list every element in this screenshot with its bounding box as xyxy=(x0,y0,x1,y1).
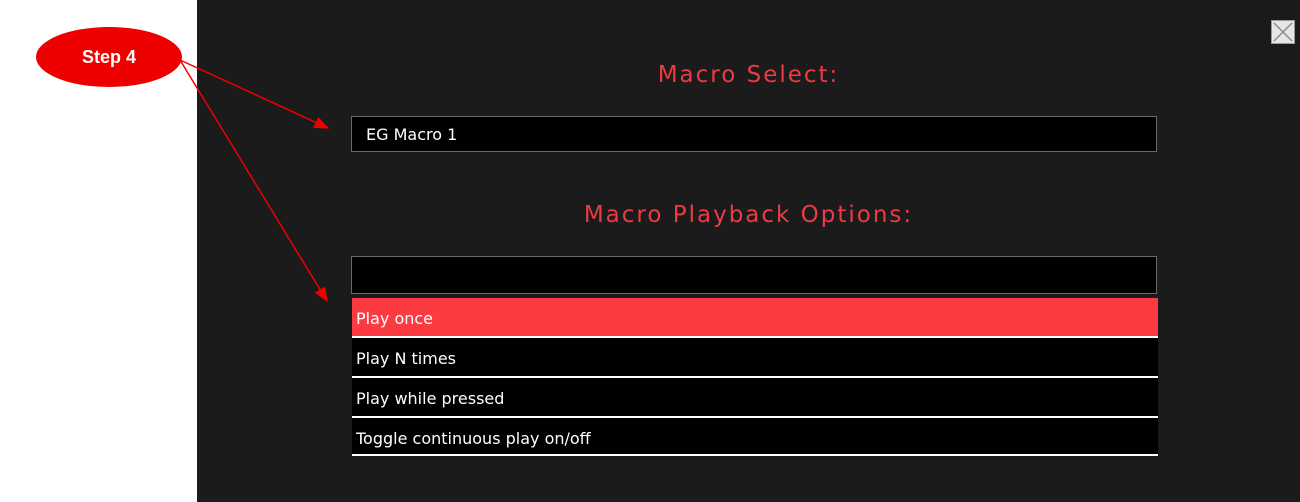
callout-arrows xyxy=(179,59,330,303)
arrow-to-macro-field xyxy=(179,59,330,129)
arrow-to-options xyxy=(179,59,328,303)
